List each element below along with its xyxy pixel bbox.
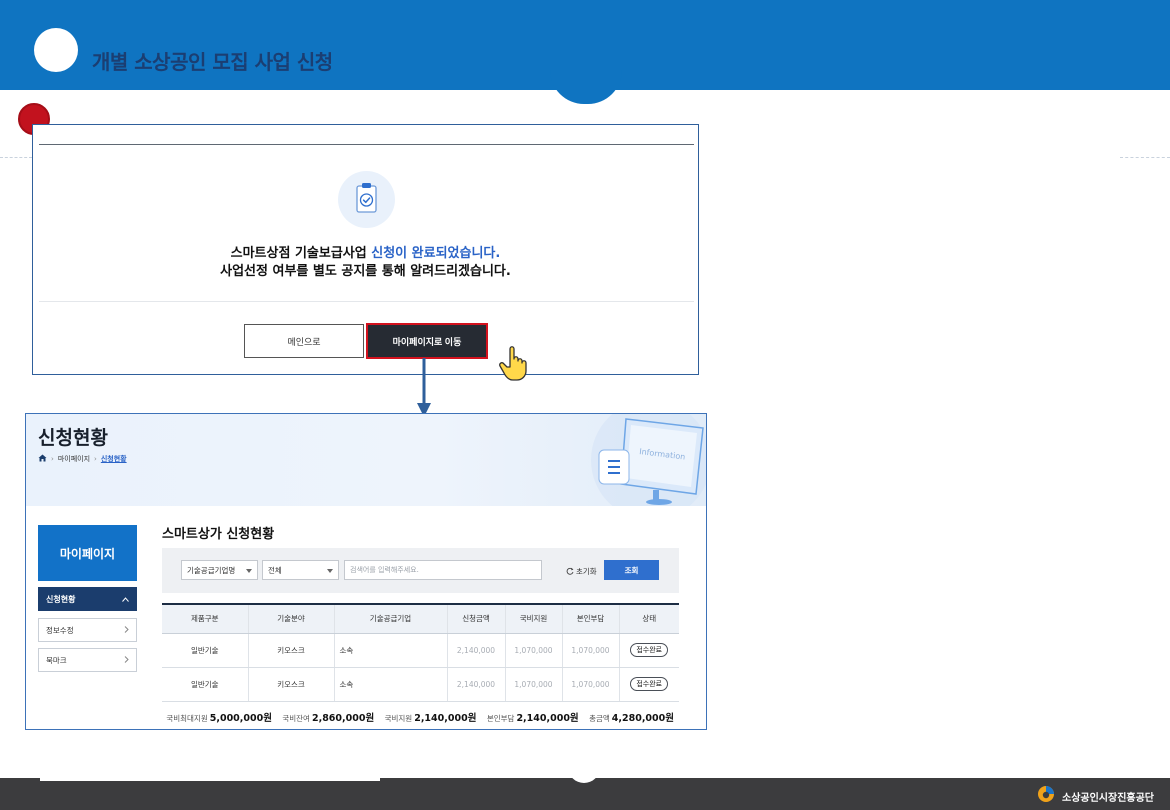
- presentation-slide: 개별 소상공인 모집 사업 신청 스마트상점 기술보급사업 신청이 완료되었습니…: [0, 0, 1170, 810]
- total-label: 본인부담: [486, 714, 515, 723]
- totals-summary: 국비최대지원 5,000,000원 국비잔여 2,860,000원 국비지원 2,14…: [166, 710, 674, 724]
- status-badge: 접수완료: [630, 643, 669, 657]
- table-header-row: 제품구분 기술분야 기술공급기업 신청금액 국비지원 본인부담 상태: [162, 603, 679, 634]
- down-arrow-icon: [414, 358, 434, 418]
- reset-label: 초기화: [576, 567, 597, 576]
- table-cell: 접수완료: [618, 667, 679, 702]
- total-label: 국비잔여: [282, 714, 310, 723]
- organization-logo: 소상공인시장진흥공단: [1036, 785, 1154, 807]
- sidebar-item-label: 북마크: [46, 655, 67, 665]
- home-icon[interactable]: [38, 454, 47, 464]
- category-select[interactable]: 전체: [262, 560, 339, 580]
- chevron-down-icon: [246, 566, 252, 575]
- chevron-right-icon: [124, 655, 129, 665]
- sidebar-item-label: 정보수정: [46, 625, 74, 635]
- section-title: 스마트상가 신청현황: [162, 527, 275, 542]
- dialog-top-divider: [39, 144, 694, 145]
- table-cell: 키오스크: [247, 633, 334, 668]
- total-value: 2,860,000원: [311, 713, 375, 724]
- table-cell: 접수완료: [618, 633, 679, 668]
- column-header: 본인부담: [561, 603, 619, 634]
- total-value: 2,140,000원: [516, 713, 579, 724]
- total-value: 5,000,000원: [209, 713, 272, 724]
- total-label: 국비최대지원: [166, 714, 208, 723]
- company-type-select[interactable]: 기술공급기업명: [181, 560, 258, 580]
- table-row[interactable]: 일반기술 키오스크 소속 2,140,000 1,070,000 1,070,0…: [162, 667, 679, 702]
- table-cell: 1,070,000: [561, 633, 619, 668]
- organization-name: 소상공인시장진흥공단: [1062, 792, 1154, 804]
- refresh-icon: [566, 567, 574, 577]
- hand-pointer-icon: [469, 331, 533, 381]
- header-tab-decoration: [550, 70, 622, 104]
- table-cell: 소속: [333, 633, 447, 668]
- divider-right: [1120, 157, 1170, 158]
- total-label: 국비지원: [384, 714, 413, 723]
- category-select-value: 전체: [268, 565, 282, 575]
- table-cell: 소속: [333, 667, 447, 702]
- slide-title: 개별 소상공인 모집 사업 신청: [92, 50, 333, 74]
- reset-button[interactable]: 초기화: [566, 566, 597, 577]
- header-circle: [34, 28, 78, 72]
- main-button[interactable]: 메인으로: [244, 324, 364, 358]
- chevron-right-icon: [124, 625, 129, 635]
- company-type-select-value: 기술공급기업명: [187, 565, 236, 575]
- chevron-right-icon: ›: [51, 455, 54, 463]
- total-value: 2,140,000원: [414, 713, 477, 724]
- total-label: 총금액: [589, 714, 610, 723]
- divider-left: [0, 157, 32, 158]
- organization-emblem-icon: [1036, 785, 1056, 807]
- application-table: 제품구분 기술분야 기술공급기업 신청금액 국비지원 본인부담 상태 일반기술 …: [162, 603, 679, 702]
- application-status-screen: 신청현황 › 마이페이지 › 신청현황 Information 마이페이지 신청…: [25, 413, 707, 730]
- completion-dialog: 스마트상점 기술보급사업 신청이 완료되었습니다. 사업선정 여부를 별도 공지…: [32, 124, 699, 381]
- information-monitor-illustration: Information: [591, 414, 706, 520]
- table-row[interactable]: 일반기술 키오스크 소속 2,140,000 1,070,000 1,070,0…: [162, 633, 679, 668]
- column-header: 국비지원: [504, 603, 562, 634]
- chevron-right-icon: ›: [94, 455, 97, 463]
- column-header: 신청금액: [446, 603, 505, 634]
- search-input[interactable]: 검색어를 입력해주세요.: [344, 560, 542, 580]
- total-value: 4,280,000원: [611, 713, 674, 724]
- completion-message: 스마트상점 기술보급사업 신청이 완료되었습니다.: [33, 242, 698, 261]
- clipboard-check-icon: [338, 171, 395, 228]
- dialog-mid-divider: [39, 301, 694, 302]
- table-cell: 일반기술: [162, 667, 248, 702]
- chevron-up-icon: [122, 595, 129, 604]
- table-cell: 2,140,000: [446, 633, 505, 668]
- table-cell: 1,070,000: [561, 667, 619, 702]
- sidebar-item-bookmark[interactable]: 북마크: [38, 648, 137, 672]
- breadcrumb-current[interactable]: 신청현황: [101, 454, 127, 464]
- footer-decoration: [40, 778, 380, 781]
- sidebar-title: 마이페이지: [38, 525, 137, 581]
- sidebar-item-edit-info[interactable]: 정보수정: [38, 618, 137, 642]
- completion-message-highlight: 신청이 완료되었습니다.: [371, 246, 501, 261]
- table-cell: 1,070,000: [504, 667, 562, 702]
- column-header: 기술공급기업: [333, 603, 447, 634]
- search-button[interactable]: 조회: [604, 560, 659, 580]
- page-title: 신청현황: [38, 427, 108, 449]
- column-header: 상태: [618, 603, 679, 634]
- completion-message-prefix: 스마트상점 기술보급사업: [230, 246, 372, 261]
- page-hero: 신청현황 › 마이페이지 › 신청현황 Information: [26, 414, 706, 520]
- breadcrumb-mypage[interactable]: 마이페이지: [58, 454, 90, 464]
- sidebar-item-application-status[interactable]: 신청현황: [38, 587, 137, 611]
- breadcrumb: › 마이페이지 › 신청현황: [38, 454, 127, 464]
- column-header: 기술분야: [247, 603, 334, 634]
- column-header: 제품구분: [162, 603, 248, 634]
- table-cell: 1,070,000: [504, 633, 562, 668]
- table-cell: 키오스크: [247, 667, 334, 702]
- table-cell: 2,140,000: [446, 667, 505, 702]
- notice-message: 사업선정 여부를 별도 공지를 통해 알려드리겠습니다.: [220, 264, 511, 279]
- table-cell: 일반기술: [162, 633, 248, 668]
- chevron-down-icon: [327, 566, 333, 575]
- sidebar-item-label: 신청현황: [46, 594, 76, 604]
- status-badge: 접수완료: [630, 677, 669, 691]
- filter-bar: 기술공급기업명 전체 검색어를 입력해주세요. 초기화 조회: [162, 548, 679, 593]
